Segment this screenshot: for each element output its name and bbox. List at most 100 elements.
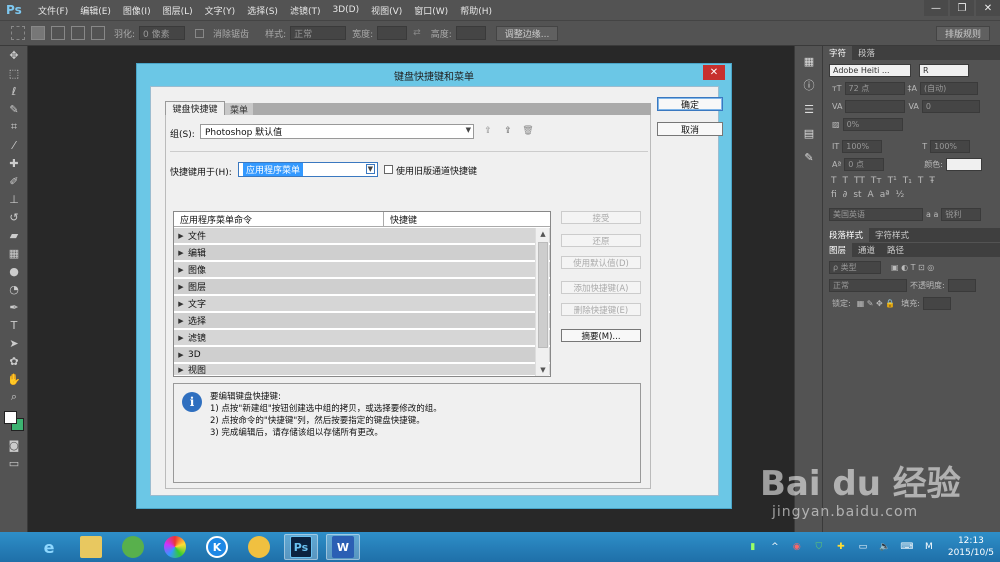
leading-input[interactable]: (自动) bbox=[920, 81, 979, 95]
minimize-button[interactable]: — bbox=[924, 0, 948, 16]
clock[interactable]: 12:13 2015/10/5 bbox=[948, 535, 994, 559]
horizontal-scale-input[interactable]: 100% bbox=[930, 139, 971, 153]
zoom-tool-icon[interactable]: ⌕ bbox=[0, 388, 28, 406]
ordinal-icon[interactable]: aª bbox=[880, 190, 890, 200]
styles-panel-icon[interactable]: ▤ bbox=[799, 124, 819, 142]
quick-mask-icon[interactable]: ◙ bbox=[0, 436, 28, 454]
ligature-icon[interactable]: ﬁ bbox=[831, 190, 837, 200]
shield-icon[interactable]: ⛉ bbox=[812, 540, 826, 554]
taskbar-photoshop[interactable]: Ps bbox=[284, 534, 318, 560]
accept-button[interactable]: 接受 bbox=[561, 211, 641, 224]
history-brush-icon[interactable]: ↺ bbox=[0, 208, 28, 226]
taskbar-paint[interactable] bbox=[242, 534, 276, 560]
all-caps-icon[interactable]: TT bbox=[854, 176, 865, 186]
fill-input[interactable] bbox=[922, 296, 951, 310]
baseline-input[interactable]: 0 点 bbox=[844, 157, 885, 171]
start-area[interactable] bbox=[0, 532, 28, 562]
tab-paragraph-styles[interactable]: 段落样式 bbox=[823, 228, 870, 242]
tab-layers[interactable]: 图层 bbox=[823, 243, 853, 257]
menu-view[interactable]: 视图(V) bbox=[365, 4, 408, 17]
pen-tool-icon[interactable]: ✒ bbox=[0, 298, 28, 316]
taskbar-explorer[interactable] bbox=[74, 534, 108, 560]
table-scrollbar[interactable]: ▲ ▼ bbox=[535, 228, 549, 376]
column-command[interactable]: 应用程序菜单命令 bbox=[174, 212, 384, 226]
subtract-selection-icon[interactable] bbox=[71, 26, 85, 40]
brush-tool-icon[interactable]: ✐ bbox=[0, 172, 28, 190]
dodge-tool-icon[interactable]: ◔ bbox=[0, 280, 28, 298]
arrow-up-icon[interactable]: ^ bbox=[768, 540, 782, 554]
menu-layer[interactable]: 图层(L) bbox=[157, 4, 199, 17]
volume-icon[interactable]: 🔈 bbox=[878, 540, 892, 554]
cancel-button[interactable]: 取消 bbox=[657, 122, 723, 136]
swash-icon[interactable]: ∂ bbox=[843, 190, 848, 200]
table-row[interactable]: ▶ 视图 bbox=[174, 364, 550, 376]
taskbar-browser[interactable] bbox=[116, 534, 150, 560]
info-panel-icon[interactable]: ⓘ bbox=[799, 76, 819, 94]
expand-arrow-icon[interactable]: ▶ bbox=[174, 351, 188, 359]
language-select[interactable]: 美国英语 bbox=[829, 207, 923, 221]
type-tool-icon[interactable]: T bbox=[0, 316, 28, 334]
taskbar-word[interactable]: W bbox=[326, 534, 360, 560]
move-tool-icon[interactable]: ✥ bbox=[0, 46, 28, 64]
network-icon[interactable]: ◉ bbox=[790, 540, 804, 554]
text-color-swatch[interactable] bbox=[945, 157, 982, 171]
stamp-tool-icon[interactable]: ⊥ bbox=[0, 190, 28, 208]
height-input[interactable] bbox=[455, 26, 486, 40]
menu-image[interactable]: 图像(I) bbox=[117, 4, 157, 17]
hand-tool-icon[interactable]: ✋ bbox=[0, 370, 28, 388]
menu-type[interactable]: 文字(Y) bbox=[199, 4, 242, 17]
table-row[interactable]: ▶ 图像 bbox=[174, 262, 550, 278]
quick-select-tool-icon[interactable]: ✎ bbox=[0, 100, 28, 118]
expand-arrow-icon[interactable]: ▶ bbox=[174, 317, 188, 325]
tab-paragraph[interactable]: 段落 bbox=[852, 46, 881, 60]
kerning-input[interactable] bbox=[845, 99, 906, 113]
subscript-icon[interactable]: T₁ bbox=[903, 176, 912, 186]
underline-icon[interactable]: T bbox=[918, 176, 924, 186]
add-selection-icon[interactable] bbox=[51, 26, 65, 40]
taskbar-picture[interactable] bbox=[158, 534, 192, 560]
healing-tool-icon[interactable]: ✚ bbox=[0, 154, 28, 172]
keyboard-icon[interactable]: ⌨ bbox=[900, 540, 914, 554]
eraser-tool-icon[interactable]: ▰ bbox=[0, 226, 28, 244]
restore-button[interactable]: ❐ bbox=[950, 0, 974, 16]
refine-edge-button[interactable]: 调整边缘... bbox=[495, 25, 559, 41]
blend-mode-select[interactable]: 正常 bbox=[829, 278, 907, 292]
battery-icon[interactable]: ▮ bbox=[746, 540, 760, 554]
menu-3d[interactable]: 3D(D) bbox=[326, 5, 365, 15]
expand-arrow-icon[interactable]: ▶ bbox=[174, 366, 188, 374]
tab-character-styles[interactable]: 字符样式 bbox=[869, 228, 915, 242]
table-row[interactable]: ▶ 图层 bbox=[174, 279, 550, 295]
table-row[interactable]: ▶ 文件 bbox=[174, 228, 550, 244]
antialias-checkbox[interactable] bbox=[195, 28, 205, 38]
color-swatches[interactable] bbox=[0, 406, 28, 436]
taskbar-k[interactable]: K bbox=[200, 534, 234, 560]
shape-tool-icon[interactable]: ✿ bbox=[0, 352, 28, 370]
fraction-icon[interactable]: ½ bbox=[895, 190, 904, 200]
marquee-tool-icon[interactable] bbox=[11, 26, 25, 40]
feather-input[interactable]: 0 像素 bbox=[139, 26, 186, 40]
tab-channels[interactable]: 通道 bbox=[852, 243, 881, 257]
tracking-input[interactable]: 0 bbox=[921, 99, 980, 113]
taskbar-ie[interactable]: e bbox=[32, 534, 66, 560]
expand-arrow-icon[interactable]: ▶ bbox=[174, 283, 188, 291]
font-style-select[interactable]: R bbox=[919, 63, 969, 77]
eyedropper-tool-icon[interactable]: ⁄ bbox=[0, 136, 28, 154]
new-selection-icon[interactable] bbox=[31, 26, 45, 40]
expand-arrow-icon[interactable]: ▶ bbox=[174, 266, 188, 274]
history-panel-icon[interactable]: ✎ bbox=[799, 148, 819, 166]
tab-keyboard-shortcuts[interactable]: 键盘快捷键 bbox=[165, 101, 225, 115]
column-shortcut[interactable]: 快捷键 bbox=[384, 212, 417, 226]
style-select[interactable]: 正常 bbox=[290, 26, 347, 40]
titling-icon[interactable]: A bbox=[868, 190, 874, 200]
strikethrough-icon[interactable]: Ŧ bbox=[929, 176, 935, 186]
stylistic-icon[interactable]: st bbox=[853, 190, 861, 200]
layer-filter-icons[interactable]: ▣ ◐ T ⊡ ◎ bbox=[891, 263, 934, 272]
menu-filter[interactable]: 滤镜(T) bbox=[284, 4, 327, 17]
width-input[interactable] bbox=[377, 26, 408, 40]
tsume-input[interactable]: 0% bbox=[842, 117, 903, 131]
adjustments-panel-icon[interactable]: ☰ bbox=[799, 100, 819, 118]
menu-help[interactable]: 帮助(H) bbox=[454, 4, 498, 17]
menu-file[interactable]: 文件(F) bbox=[32, 4, 74, 17]
menu-select[interactable]: 选择(S) bbox=[241, 4, 284, 17]
table-row[interactable]: ▶ 3D bbox=[174, 347, 550, 363]
